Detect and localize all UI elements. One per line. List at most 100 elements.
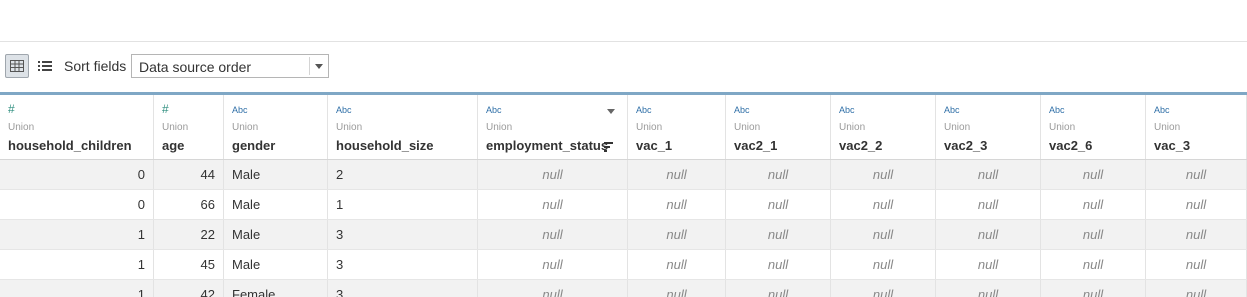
table-cell[interactable]: null bbox=[726, 160, 831, 189]
table-cell[interactable]: null bbox=[1041, 190, 1146, 219]
table-cell[interactable]: null bbox=[1146, 160, 1247, 189]
table-cell[interactable]: 0 bbox=[0, 160, 154, 189]
table-cell[interactable]: 2 bbox=[328, 160, 478, 189]
table-cell[interactable]: null bbox=[478, 190, 628, 219]
table-cell[interactable]: null bbox=[726, 280, 831, 297]
table-cell[interactable]: 3 bbox=[328, 280, 478, 297]
column-header-employment-status[interactable]: Abc Union employment_status bbox=[478, 95, 628, 159]
string-type-icon[interactable]: Abc bbox=[1154, 105, 1170, 115]
column-header-vac2-2[interactable]: Abc Union vac2_2 bbox=[831, 95, 936, 159]
table-cell[interactable]: 22 bbox=[154, 220, 224, 249]
string-type-icon[interactable]: Abc bbox=[336, 105, 352, 115]
grid-body: 0 44 Male 2 null null null null null null null 0 66 M… bbox=[0, 160, 1247, 297]
table-cell[interactable]: 1 bbox=[0, 250, 154, 279]
table-cell[interactable]: null bbox=[628, 160, 726, 189]
column-header-household-children[interactable]: # Union household_children bbox=[0, 95, 154, 159]
table-cell[interactable]: Male bbox=[224, 160, 328, 189]
table-cell[interactable]: null bbox=[1041, 250, 1146, 279]
table-cell[interactable]: 3 bbox=[328, 250, 478, 279]
column-header-vac2-6[interactable]: Abc Union vac2_6 bbox=[1041, 95, 1146, 159]
column-source: Union bbox=[839, 122, 866, 133]
column-name[interactable]: vac_1 bbox=[636, 138, 672, 153]
table-cell[interactable]: Female bbox=[224, 280, 328, 297]
table-cell[interactable]: null bbox=[831, 220, 936, 249]
string-type-icon[interactable]: Abc bbox=[486, 105, 502, 115]
column-name[interactable]: household_children bbox=[8, 138, 132, 153]
string-type-icon[interactable]: Abc bbox=[944, 105, 960, 115]
table-cell[interactable]: null bbox=[1146, 280, 1247, 297]
column-name[interactable]: vac2_1 bbox=[734, 138, 777, 153]
table-cell[interactable]: null bbox=[1041, 280, 1146, 297]
column-name[interactable]: gender bbox=[232, 138, 275, 153]
column-header-age[interactable]: # Union age bbox=[154, 95, 224, 159]
sort-descending-icon[interactable] bbox=[604, 142, 613, 152]
table-cell[interactable]: null bbox=[831, 250, 936, 279]
column-name[interactable]: age bbox=[162, 138, 184, 153]
grid-toolbar: Sort fields Data source order bbox=[0, 42, 1247, 92]
table-cell[interactable]: null bbox=[478, 280, 628, 297]
sort-fields-dropdown[interactable]: Data source order bbox=[131, 54, 329, 78]
table-cell[interactable]: 1 bbox=[328, 190, 478, 219]
table-cell[interactable]: null bbox=[478, 250, 628, 279]
column-source: Union bbox=[336, 122, 363, 133]
column-name[interactable]: household_size bbox=[336, 138, 434, 153]
column-header-vac2-1[interactable]: Abc Union vac2_1 bbox=[726, 95, 831, 159]
number-type-icon[interactable]: # bbox=[8, 102, 15, 116]
table-cell[interactable]: null bbox=[478, 220, 628, 249]
string-type-icon[interactable]: Abc bbox=[734, 105, 750, 115]
table-cell[interactable]: null bbox=[726, 190, 831, 219]
column-header-household-size[interactable]: Abc Union household_size bbox=[328, 95, 478, 159]
string-type-icon[interactable]: Abc bbox=[636, 105, 652, 115]
table-cell[interactable]: 0 bbox=[0, 190, 154, 219]
table-cell[interactable]: 1 bbox=[0, 220, 154, 249]
string-type-icon[interactable]: Abc bbox=[839, 105, 855, 115]
top-blank-area bbox=[0, 0, 1247, 42]
column-name[interactable]: vac2_3 bbox=[944, 138, 987, 153]
table-cell[interactable]: null bbox=[831, 160, 936, 189]
table-cell[interactable]: 45 bbox=[154, 250, 224, 279]
table-cell[interactable]: null bbox=[1146, 250, 1247, 279]
table-cell[interactable]: null bbox=[1146, 220, 1247, 249]
column-header-vac2-3[interactable]: Abc Union vac2_3 bbox=[936, 95, 1041, 159]
data-grid-icon bbox=[10, 60, 24, 72]
string-type-icon[interactable]: Abc bbox=[1049, 105, 1065, 115]
table-cell[interactable]: null bbox=[936, 280, 1041, 297]
column-header-vac-3[interactable]: Abc Union vac_3 bbox=[1146, 95, 1247, 159]
column-name[interactable]: vac2_6 bbox=[1049, 138, 1092, 153]
table-cell[interactable]: null bbox=[478, 160, 628, 189]
table-cell[interactable]: null bbox=[628, 220, 726, 249]
table-cell[interactable]: null bbox=[628, 250, 726, 279]
column-name[interactable]: employment_status bbox=[486, 138, 608, 153]
column-name[interactable]: vac_3 bbox=[1154, 138, 1190, 153]
table-cell[interactable]: null bbox=[628, 190, 726, 219]
table-cell[interactable]: null bbox=[936, 160, 1041, 189]
table-cell[interactable]: null bbox=[831, 190, 936, 219]
table-cell[interactable]: null bbox=[936, 250, 1041, 279]
table-cell[interactable]: Male bbox=[224, 220, 328, 249]
data-grid-view-button[interactable] bbox=[5, 54, 29, 78]
table-cell[interactable]: null bbox=[831, 280, 936, 297]
column-source: Union bbox=[636, 122, 663, 133]
column-menu-chevron-down-icon[interactable] bbox=[607, 109, 615, 114]
table-cell[interactable]: null bbox=[936, 220, 1041, 249]
column-name[interactable]: vac2_2 bbox=[839, 138, 882, 153]
table-cell[interactable]: null bbox=[726, 250, 831, 279]
table-cell[interactable]: 1 bbox=[0, 280, 154, 297]
table-cell[interactable]: 42 bbox=[154, 280, 224, 297]
column-header-vac-1[interactable]: Abc Union vac_1 bbox=[628, 95, 726, 159]
column-header-gender[interactable]: Abc Union gender bbox=[224, 95, 328, 159]
table-cell[interactable]: null bbox=[1041, 160, 1146, 189]
table-cell[interactable]: null bbox=[936, 190, 1041, 219]
table-cell[interactable]: Male bbox=[224, 190, 328, 219]
string-type-icon[interactable]: Abc bbox=[232, 105, 248, 115]
table-cell[interactable]: 66 bbox=[154, 190, 224, 219]
table-cell[interactable]: null bbox=[1041, 220, 1146, 249]
table-cell[interactable]: null bbox=[726, 220, 831, 249]
table-cell[interactable]: 3 bbox=[328, 220, 478, 249]
table-cell[interactable]: null bbox=[1146, 190, 1247, 219]
table-cell[interactable]: 44 bbox=[154, 160, 224, 189]
table-cell[interactable]: Male bbox=[224, 250, 328, 279]
number-type-icon[interactable]: # bbox=[162, 102, 169, 116]
table-cell[interactable]: null bbox=[628, 280, 726, 297]
list-view-button[interactable] bbox=[33, 54, 57, 78]
